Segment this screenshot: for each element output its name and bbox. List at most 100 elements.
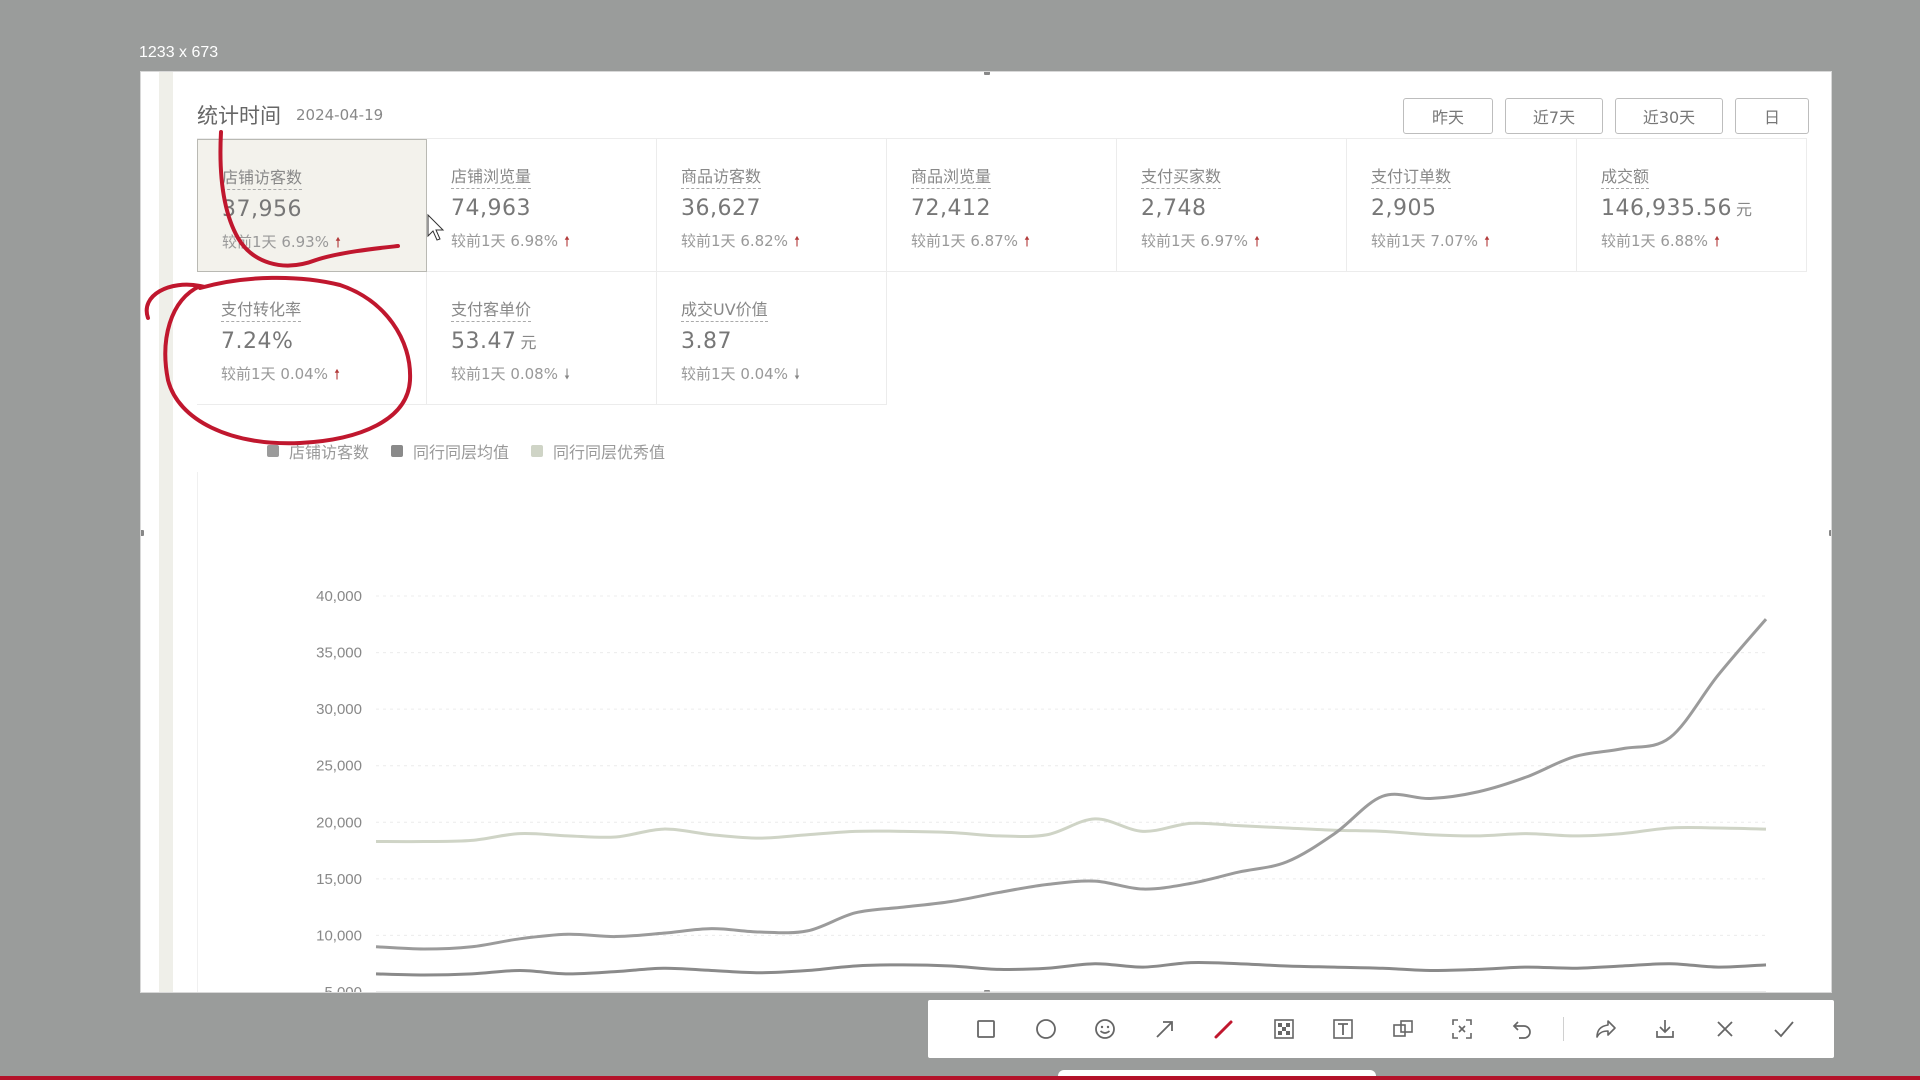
metric-label: 店铺浏览量: [451, 163, 532, 189]
metric-compare: 较前1天 6.82% 🠕: [681, 230, 886, 255]
legend-swatch-store: [267, 445, 279, 457]
metric-compare: 较前1天 0.08% 🠗: [451, 363, 656, 388]
metric-card[interactable]: 商品浏览量 72,412 较前1天 6.87% 🠕: [887, 139, 1117, 272]
stats-header: 统计时间 2024-04-19 昨天 近7天 近30天 日: [197, 84, 1809, 138]
ocr-icon[interactable]: [1444, 1011, 1480, 1047]
capture-region[interactable]: 统计时间 2024-04-19 昨天 近7天 近30天 日 店铺访客数 37,95…: [140, 71, 1832, 993]
metric-compare-label: 较前1天: [681, 232, 736, 250]
legend-item-excellent[interactable]: 同行同层优秀值: [531, 440, 665, 462]
toolbar-separator: [1563, 1017, 1564, 1041]
metric-label: 支付客单价: [451, 296, 532, 322]
range-day-button[interactable]: 日: [1735, 98, 1809, 134]
metric-value: 74,963: [451, 196, 656, 221]
metric-card[interactable]: 店铺访客数 37,956 较前1天 6.93% 🠕: [197, 139, 427, 272]
stats-date: 2024-04-19: [296, 106, 384, 124]
close-icon[interactable]: [1707, 1011, 1743, 1047]
chart-legend: 店铺访客数 同行同层均值 同行同层优秀值: [267, 440, 665, 462]
metric-number: 3.87: [681, 329, 732, 354]
arrow-icon[interactable]: [1147, 1011, 1183, 1047]
stats-time-title: 统计时间: [197, 104, 281, 128]
range-30days-button[interactable]: 近30天: [1615, 98, 1723, 134]
left-scroll-stripe: [159, 72, 173, 992]
trend-chart: 5,000 10,000 15,000 20,000 25,000 30,000 35,00…: [197, 472, 1807, 992]
rectangle-icon[interactable]: [968, 1011, 1004, 1047]
y-tick-label: 20,000: [316, 814, 362, 831]
trend-chart-svg: 5,000 10,000 15,000 20,000 25,000 30,000 35,00…: [316, 588, 1768, 992]
metric-number: 72,412: [911, 196, 991, 221]
legend-label-avg: 同行同层均值: [413, 443, 510, 462]
arrow-up-icon: 🠕: [1483, 234, 1490, 250]
y-tick-label: 40,000: [316, 588, 362, 605]
metrics-grid: 店铺访客数 37,956 较前1天 6.93% 🠕 店铺浏览量 74,963 较前1天 6.…: [197, 138, 1807, 406]
metric-compare-label: 较前1天: [221, 365, 276, 383]
metric-compare-label: 较前1天: [222, 233, 277, 251]
metric-compare: 较前1天 7.07% 🠕: [1371, 230, 1576, 255]
metric-compare: 较前1天 6.93% 🠕: [222, 231, 426, 256]
metric-delta: 6.93%: [281, 233, 329, 251]
metric-compare: 较前1天 6.88% 🠕: [1601, 230, 1806, 255]
metric-delta: 7.07%: [1430, 232, 1478, 250]
metric-label: 商品浏览量: [911, 163, 992, 189]
mosaic-icon[interactable]: [1266, 1011, 1302, 1047]
undo-icon[interactable]: [1504, 1011, 1540, 1047]
range-yesterday-button[interactable]: 昨天: [1403, 98, 1493, 134]
resize-handle-right[interactable]: [1829, 530, 1831, 536]
metric-card[interactable]: 店铺浏览量 74,963 较前1天 6.98% 🠕: [427, 139, 657, 272]
metric-label: 成交UV价值: [681, 296, 768, 322]
pin-icon[interactable]: [1385, 1011, 1421, 1047]
emoji-icon[interactable]: [1087, 1011, 1123, 1047]
text-icon[interactable]: [1325, 1011, 1361, 1047]
legend-swatch-excellent: [531, 445, 544, 457]
pen-icon[interactable]: [1206, 1011, 1242, 1047]
metric-unit: 元: [520, 333, 537, 352]
screenshot-toolbar: [928, 1000, 1834, 1058]
legend-item-store[interactable]: 店铺访客数: [267, 440, 369, 462]
metric-delta: 6.82%: [740, 232, 788, 250]
taskbar-accent-line: [0, 1076, 1920, 1080]
metric-number: 36,627: [681, 196, 761, 221]
metric-card[interactable]: 支付客单价 53.47 元较前1天 0.08% 🠗: [427, 272, 657, 405]
legend-label-store: 店铺访客数: [289, 443, 370, 462]
metric-compare-label: 较前1天: [911, 232, 966, 250]
metric-value: 2,748: [1141, 196, 1346, 221]
metric-compare-label: 较前1天: [681, 365, 736, 383]
metric-value: 146,935.56 元: [1601, 196, 1806, 221]
metric-card[interactable]: 支付转化率 7.24% 较前1天 0.04% 🠕: [197, 272, 427, 405]
metric-value: 37,956: [222, 197, 426, 222]
metric-delta: 0.04%: [280, 365, 328, 383]
y-tick-label: 35,000: [316, 645, 362, 662]
arrow-down-icon: 🠗: [563, 367, 570, 383]
save-icon[interactable]: [1647, 1011, 1683, 1047]
series-line-avg[interactable]: [375, 960, 1767, 977]
metric-label: 支付转化率: [221, 296, 302, 322]
metric-card[interactable]: 成交额 146,935.56 元较前1天 6.88% 🠕: [1577, 139, 1807, 272]
legend-item-avg[interactable]: 同行同层均值: [391, 440, 509, 462]
arrow-up-icon: 🠕: [1713, 234, 1720, 250]
metric-delta: 0.04%: [740, 365, 788, 383]
resize-handle-left[interactable]: [141, 530, 144, 536]
metric-value: 2,905: [1371, 196, 1576, 221]
metric-number: 2,748: [1141, 196, 1207, 221]
metric-compare-label: 较前1天: [451, 232, 506, 250]
legend-label-excellent: 同行同层优秀值: [553, 443, 666, 462]
metric-value: 7.24%: [221, 329, 426, 354]
metric-compare: 较前1天 0.04% 🠕: [221, 363, 426, 388]
metric-compare: 较前1天 6.98% 🠕: [451, 230, 656, 255]
metric-card[interactable]: 商品访客数 36,627 较前1天 6.82% 🠕: [657, 139, 887, 272]
arrow-down-icon: 🠗: [793, 367, 800, 383]
metric-compare-label: 较前1天: [1601, 232, 1656, 250]
ellipse-icon[interactable]: [1028, 1011, 1064, 1047]
metric-delta: 6.98%: [510, 232, 558, 250]
series-line-store[interactable]: [375, 618, 1768, 951]
metric-card[interactable]: 成交UV价值 3.87 较前1天 0.04% 🠗: [657, 272, 887, 405]
confirm-icon[interactable]: [1766, 1011, 1802, 1047]
metric-compare: 较前1天 0.04% 🠗: [681, 363, 886, 388]
metric-number: 7.24%: [221, 329, 294, 354]
metric-number: 53.47: [451, 329, 517, 354]
metric-number: 37,956: [222, 197, 302, 222]
range-7days-button[interactable]: 近7天: [1505, 98, 1603, 134]
metric-card[interactable]: 支付订单数 2,905 较前1天 7.07% 🠕: [1347, 139, 1577, 272]
share-icon[interactable]: [1588, 1011, 1624, 1047]
metric-card[interactable]: 支付买家数 2,748 较前1天 6.97% 🠕: [1117, 139, 1347, 272]
metric-value: 3.87: [681, 329, 886, 354]
